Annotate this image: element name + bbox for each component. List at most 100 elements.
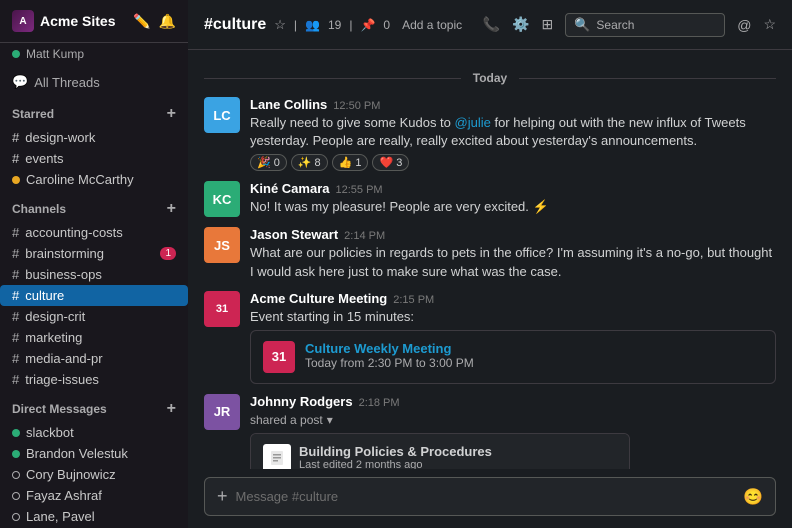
sender-name[interactable]: Acme Culture Meeting [250,291,387,306]
doc-icon [263,444,291,469]
channel-triage-issues[interactable]: # triage-issues [0,369,188,390]
dm-status-dot [12,176,20,184]
header-meta: | 👥 19 | 📌 0 Add a topic [294,18,462,32]
dm-status-dot [12,513,20,521]
timestamp: 2:15 PM [393,294,434,306]
reaction-heart[interactable]: ❤️ 3 [372,154,409,171]
dm-fayaz[interactable]: Fayaz Ashraf [0,485,188,506]
msg-body: Acme Culture Meeting 2:15 PM Event start… [250,291,776,384]
message-kine: KC Kiné Camara 12:55 PM No! It was my pl… [188,177,792,221]
dm-add-btn[interactable]: + [167,400,176,418]
doc-info: Building Policies & Procedures Last edit… [299,444,492,469]
workspace-name[interactable]: A Acme Sites [12,10,115,32]
dm-section-label: Direct Messages + [0,390,188,422]
sender-name[interactable]: Jason Stewart [250,227,338,242]
msg-header: Johnny Rodgers 2:18 PM [250,394,776,409]
msg-body: Jason Stewart 2:14 PM What are our polic… [250,227,776,280]
add-topic[interactable]: Add a topic [402,18,462,32]
msg-text: Event starting in 15 minutes: [250,308,776,326]
workspace-avatar: A [12,10,34,32]
starred-add-btn[interactable]: + [167,105,176,123]
doc-meta: Last edited 2 months ago [299,459,492,469]
dm-slackbot[interactable]: slackbot [0,422,188,443]
threads-icon: 💬 [12,74,28,90]
dm-cory[interactable]: Cory Bujnowicz [0,464,188,485]
channel-media-and-pr[interactable]: # media-and-pr [0,348,188,369]
channels-add-btn[interactable]: + [167,200,176,218]
hash-icon: # [12,130,19,145]
user-name: Matt Kump [26,47,84,61]
channel-marketing[interactable]: # marketing [0,327,188,348]
header-actions: 📞 ⚙️ ⊞ 🔍 @ ☆ [483,13,776,37]
msg-text: Really need to give some Kudos to @julie… [250,114,776,150]
starred-caroline[interactable]: Caroline McCarthy [0,169,188,190]
at-icon[interactable]: @ [737,17,751,33]
timestamp: 2:14 PM [344,230,385,242]
reaction-thumbs[interactable]: 👍 1 [332,154,369,171]
search-box[interactable]: 🔍 [565,13,725,37]
dm-status-dot [12,450,20,458]
bell-icon[interactable]: 🔔 [159,13,176,30]
all-threads[interactable]: 💬 All Threads [0,69,188,95]
bookmark-icon[interactable]: ☆ [763,16,776,33]
timestamp: 2:18 PM [359,397,400,409]
channel-business-ops[interactable]: # business-ops [0,264,188,285]
starred-events[interactable]: # events [0,148,188,169]
message-input[interactable] [236,489,736,504]
hash-icon: # [12,246,19,261]
channel-brainstorming[interactable]: # brainstorming 1 [0,243,188,264]
hash-icon: # [12,372,19,387]
message-input-area: + 😊 [188,469,792,528]
sidebar: A Acme Sites ✏️ 🔔 Matt Kump 💬 All Thread… [0,0,188,528]
channel-culture[interactable]: # culture [0,285,188,306]
sender-name[interactable]: Johnny Rodgers [250,394,353,409]
avatar: 31 [204,291,240,327]
calendar-icon: 31 [263,341,295,373]
event-details: Culture Weekly Meeting Today from 2:30 P… [305,341,474,370]
timestamp: 12:50 PM [333,100,380,112]
dm-brandon[interactable]: Brandon Velestuk [0,443,188,464]
event-title[interactable]: Culture Weekly Meeting [305,341,474,356]
shared-label: shared a post ▾ [250,413,776,427]
message-input-box: + 😊 [204,477,776,516]
dm-lane[interactable]: Lane, Pavel [0,506,188,527]
msg-text: What are our policies in regards to pets… [250,244,776,280]
plus-icon[interactable]: + [217,486,228,507]
hash-icon: # [12,330,19,345]
search-icon: 🔍 [574,17,590,33]
sender-name[interactable]: Kiné Camara [250,181,329,196]
workspace-icons: ✏️ 🔔 [133,13,176,30]
doc-card-header: Building Policies & Procedures Last edit… [251,434,629,469]
channel-design-crit[interactable]: # design-crit [0,306,188,327]
chevron-down-icon: ▾ [327,413,333,427]
pin-icon: 📌 [360,18,375,32]
gear-icon[interactable]: ⚙️ [512,16,529,33]
layout-icon[interactable]: ⊞ [541,16,553,33]
user-status-dot [12,50,20,58]
hash-icon: # [12,351,19,366]
emoji-icon[interactable]: 😊 [743,487,763,507]
date-label: Today [461,71,519,85]
search-input[interactable] [596,18,716,32]
mention[interactable]: @julie [455,115,491,130]
channel-accounting-costs[interactable]: # accounting-costs [0,222,188,243]
msg-header: Kiné Camara 12:55 PM [250,181,776,196]
doc-card[interactable]: Building Policies & Procedures Last edit… [250,433,630,469]
sender-name[interactable]: Lane Collins [250,97,327,112]
starred-design-work[interactable]: # design-work [0,127,188,148]
sidebar-scroll: 💬 All Threads Starred + # design-work # … [0,69,188,528]
event-time: Today from 2:30 PM to 3:00 PM [305,356,474,370]
reaction-party[interactable]: 🎉 0 [250,154,287,171]
avatar: LC [204,97,240,133]
starred-section-label: Starred + [0,95,188,127]
messages-area: Today LC Lane Collins 12:50 PM Really ne… [188,50,792,469]
message-lane: LC Lane Collins 12:50 PM Really need to … [188,93,792,175]
user-row: Matt Kump [0,43,188,69]
reaction-sparkle[interactable]: ✨ 8 [291,154,328,171]
phone-icon[interactable]: 📞 [483,16,500,33]
dm-status-dot [12,471,20,479]
edit-icon[interactable]: ✏️ [133,13,150,30]
avatar: JR [204,394,240,430]
message-acme: 31 Acme Culture Meeting 2:15 PM Event st… [188,287,792,388]
star-icon[interactable]: ☆ [274,17,286,33]
